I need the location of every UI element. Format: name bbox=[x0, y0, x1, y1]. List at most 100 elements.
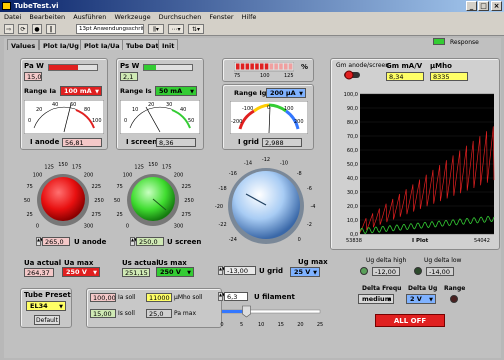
knob-tick-label: 25 bbox=[27, 212, 33, 218]
toolbar: ⇨ ⟳ ● ‖ 13pt Anwendungsschriftart ⫼▾ ⋯▾ … bbox=[0, 22, 504, 36]
y-tick-label: 70,0 bbox=[347, 134, 358, 140]
range-ia-label: Range Ia bbox=[24, 87, 57, 95]
pa-max-value[interactable]: 25,0 bbox=[146, 309, 172, 318]
all-off-button[interactable]: ALL OFF bbox=[375, 314, 445, 327]
default-button[interactable]: Default bbox=[34, 315, 60, 325]
gm-toggle-switch[interactable] bbox=[344, 70, 360, 80]
range-is-select[interactable]: 50 mA bbox=[155, 86, 197, 97]
abort-icon[interactable]: ● bbox=[32, 24, 42, 34]
ig-tick-m200: -200 bbox=[231, 119, 242, 125]
range-led-label: Range bbox=[444, 285, 466, 292]
us-actual-label: Us actual bbox=[122, 259, 159, 267]
y-tick-label: 20,0 bbox=[347, 204, 358, 210]
ps-tick-0: 0 bbox=[124, 118, 127, 124]
menu-hilfe[interactable]: Hilfe bbox=[242, 13, 257, 21]
ig-tick-200: 200 bbox=[294, 119, 304, 125]
menu-ausfuehren[interactable]: Ausführen bbox=[73, 13, 106, 21]
percent-segment bbox=[274, 63, 278, 70]
u-screen-value[interactable]: 250,0 bbox=[136, 237, 164, 246]
knob-tick-label: 125 bbox=[134, 165, 144, 171]
u-anode-spinner[interactable]: ▲▼ bbox=[36, 237, 43, 246]
u-screen-label: U screen bbox=[167, 238, 202, 246]
filament-spinner[interactable]: ▲▼ bbox=[218, 292, 225, 301]
delta-frequ-select[interactable]: medium bbox=[358, 294, 394, 305]
y-tick-label: 80,0 bbox=[347, 120, 358, 126]
percent-segment bbox=[288, 63, 293, 70]
filament-value[interactable]: 6,3 bbox=[224, 292, 248, 301]
tab-init[interactable]: Init bbox=[158, 39, 179, 50]
range-ig-select[interactable]: 200 µA bbox=[266, 88, 306, 99]
filament-slider[interactable]: 0 5 10 15 20 25 bbox=[218, 304, 324, 330]
pa-tick-80: 80 bbox=[84, 107, 90, 113]
umho-soll-value[interactable]: 11000 bbox=[146, 293, 172, 302]
ia-soll-value[interactable]: 100,00 bbox=[90, 293, 116, 302]
gm-toggle-label: Gm anode/screen bbox=[336, 62, 390, 69]
response-label: Response bbox=[450, 39, 479, 46]
percent-bar: 75 100 125 bbox=[234, 62, 294, 78]
x-label: I Plot bbox=[412, 238, 429, 244]
reorder-icon[interactable]: ⇅▾ bbox=[188, 24, 204, 34]
tube-preset-select[interactable]: EL34 bbox=[26, 301, 66, 312]
ua-max-select[interactable]: 250 V bbox=[62, 267, 100, 278]
ug-max-select[interactable]: 25 V bbox=[290, 267, 320, 278]
knob-tick-label: 275 bbox=[182, 212, 192, 218]
is-soll-value[interactable]: 15,00 bbox=[90, 309, 116, 318]
run-arrow-icon[interactable]: ⇨ bbox=[4, 24, 14, 34]
u-grid-spinner[interactable]: ▲▼ bbox=[218, 266, 225, 275]
percent-segment bbox=[264, 63, 269, 70]
ig-tick-100: 100 bbox=[284, 106, 294, 112]
distribute-icon[interactable]: ⋯▾ bbox=[168, 24, 184, 34]
pa-tick-40: 40 bbox=[52, 102, 58, 108]
u-grid-knob[interactable]: -24-22-20-18-16-14-12-10-8-6-4-20 bbox=[210, 144, 322, 254]
pct-tick-125: 125 bbox=[284, 73, 294, 78]
tab-values[interactable]: Values bbox=[7, 39, 40, 50]
maximize-button[interactable]: □ bbox=[478, 1, 489, 11]
ug-delta-low-label: Ug delta low bbox=[424, 257, 462, 264]
knob-tick-label: -24 bbox=[229, 237, 237, 243]
u-screen-spinner[interactable]: ▲▼ bbox=[130, 237, 137, 246]
us-max-select[interactable]: 250 V bbox=[156, 267, 194, 278]
minimize-button[interactable]: _ bbox=[466, 1, 477, 11]
pause-icon[interactable]: ‖ bbox=[46, 24, 56, 34]
percent-segment bbox=[240, 63, 245, 70]
filament-tick: 15 bbox=[278, 322, 284, 328]
anode-meter: 0 20 40 60 80 100 bbox=[24, 100, 104, 134]
menu-fenster[interactable]: Fenster bbox=[209, 13, 233, 21]
u-anode-value[interactable]: 265,0 bbox=[42, 237, 70, 246]
filament-label: U filament bbox=[254, 293, 295, 301]
knob-tick-label: -20 bbox=[215, 204, 223, 210]
knob-tick-label: 100 bbox=[123, 173, 133, 179]
menu-durchsuchen[interactable]: Durchsuchen bbox=[159, 13, 202, 21]
knob-tick-label: 150 bbox=[58, 162, 68, 168]
close-button[interactable]: × bbox=[491, 1, 502, 11]
menu-bearbeiten[interactable]: Bearbeiten bbox=[29, 13, 65, 21]
knob-tick-label: 25 bbox=[117, 212, 123, 218]
ug-delta-high-label: Ug delta high bbox=[366, 257, 407, 264]
font-select[interactable]: 13pt Anwendungsschriftart bbox=[76, 24, 144, 34]
y-tick-label: 40,0 bbox=[347, 176, 358, 182]
grid-meter: -200 -100 0 100 200 bbox=[230, 101, 308, 134]
ug-delta-low-value[interactable]: -14,00 bbox=[426, 267, 454, 276]
ug-delta-high-value[interactable]: -12,00 bbox=[372, 267, 400, 276]
window-title: TubeTest.vi bbox=[14, 2, 59, 10]
ua-actual-label: Ua actual bbox=[24, 259, 62, 267]
ps-value: 2,1 bbox=[120, 72, 138, 81]
align-icon[interactable]: ⫼▾ bbox=[148, 24, 164, 34]
ps-label: Ps W bbox=[120, 62, 140, 70]
gm-label: Gm mA/V bbox=[386, 62, 423, 70]
umho-soll-label: µMho soll bbox=[174, 294, 203, 301]
menu-datei[interactable]: Datei bbox=[4, 13, 21, 21]
u-grid-value[interactable]: -13,00 bbox=[224, 266, 256, 275]
u-screen-knob[interactable]: 025 50 75100125 150 175200 225 250 275 300 bbox=[108, 150, 198, 236]
us-max-label: Us max bbox=[158, 259, 187, 267]
knob-tick-label: 0 bbox=[298, 237, 301, 243]
umho-label: µMho bbox=[430, 62, 452, 70]
range-ia-select[interactable]: 100 mA bbox=[60, 86, 102, 97]
filament-tick: 20 bbox=[297, 322, 303, 328]
delta-ug-select[interactable]: 2 V bbox=[406, 294, 436, 305]
tab-plot-ia-ug[interactable]: Plot Ia/Ug bbox=[39, 39, 83, 50]
tab-plot-ia-ua[interactable]: Plot Ia/Ua bbox=[80, 39, 124, 50]
u-anode-knob[interactable]: 025 50 75100125 150 175200 225 250 275 300 bbox=[18, 150, 108, 236]
menu-werkzeuge[interactable]: Werkzeuge bbox=[114, 13, 150, 21]
run-continuous-icon[interactable]: ⟳ bbox=[18, 24, 28, 34]
